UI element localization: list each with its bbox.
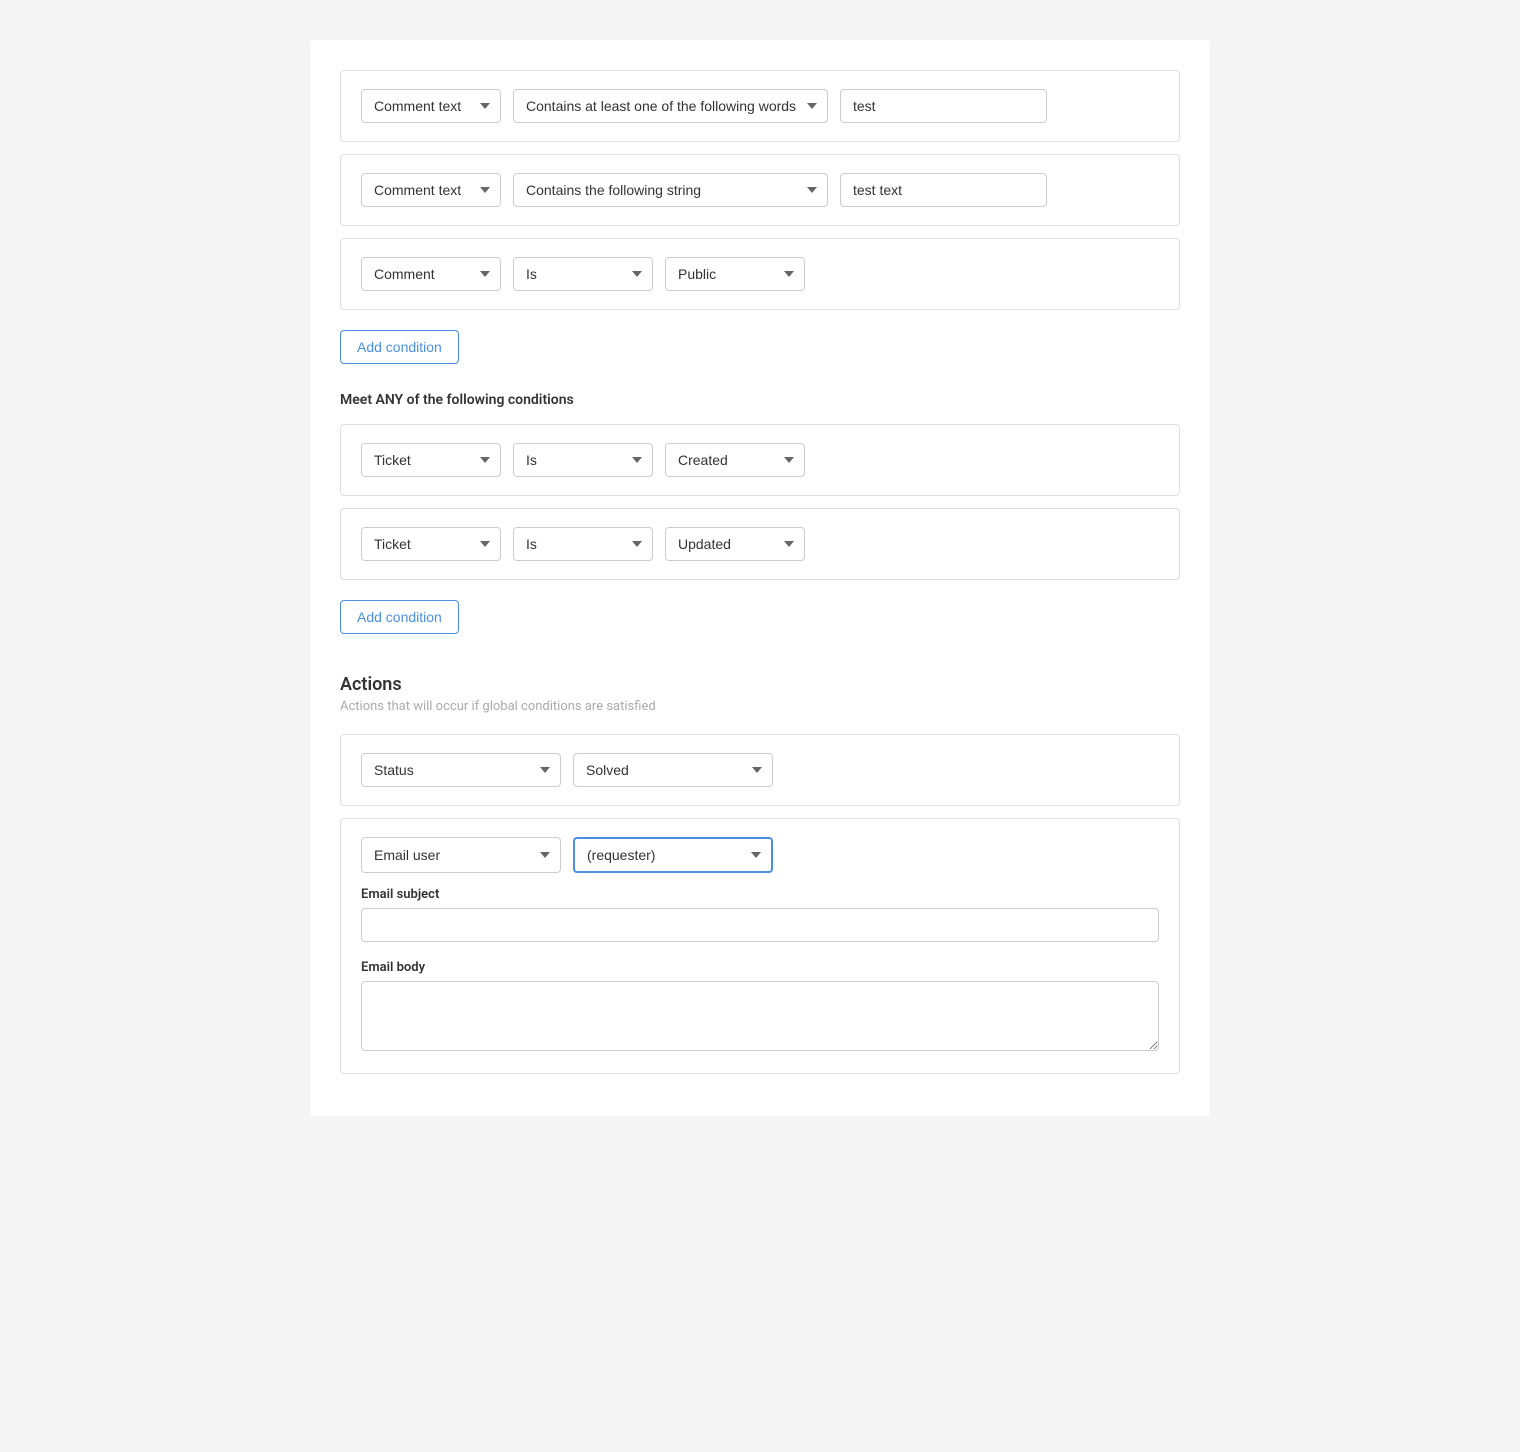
actions-title: Actions: [340, 674, 1180, 695]
anycond1-field-select[interactable]: Comment text Comment Ticket: [361, 443, 501, 477]
cond2-operator-select[interactable]: Contains at least one of the following w…: [513, 173, 828, 207]
action-row-2-container: Status Email user (requester) (assignee)…: [340, 818, 1180, 1074]
add-condition-button-1[interactable]: Add condition: [340, 330, 459, 364]
email-body-textarea[interactable]: [361, 981, 1159, 1051]
cond2-field-select[interactable]: Comment text Comment Ticket: [361, 173, 501, 207]
meet-any-title: Meet ANY of the following conditions: [340, 392, 1180, 408]
actions-subtitle: Actions that will occur if global condit…: [340, 699, 1180, 714]
action-row-1: Status Email user Solved Open Pending: [340, 734, 1180, 806]
cond1-operator-select[interactable]: Contains at least one of the following w…: [513, 89, 828, 123]
action1-value-select[interactable]: Solved Open Pending: [573, 753, 773, 787]
email-body-label: Email body: [361, 960, 1159, 975]
cond1-value-input[interactable]: [840, 89, 1047, 123]
add-condition-label-2: Add condition: [357, 609, 442, 625]
anycond1-operator-select[interactable]: Is Is not: [513, 443, 653, 477]
actions-section: Actions Actions that will occur if globa…: [340, 674, 1180, 1074]
add-condition-label-1: Add condition: [357, 339, 442, 355]
action-row-2-selects: Status Email user (requester) (assignee)…: [361, 837, 1159, 873]
condition-row-1: Comment text Comment Ticket Contains at …: [340, 70, 1180, 142]
cond3-operator-select[interactable]: Is Is not: [513, 257, 653, 291]
page-container: Comment text Comment Ticket Contains at …: [310, 40, 1210, 1116]
cond3-field-select[interactable]: Comment text Comment Ticket: [361, 257, 501, 291]
cond2-value-input[interactable]: [840, 173, 1047, 207]
cond3-value-select[interactable]: Public Private: [665, 257, 805, 291]
any-condition-row-2: Comment text Comment Ticket Is Is not Cr…: [340, 508, 1180, 580]
any-condition-row-1: Comment text Comment Ticket Is Is not Cr…: [340, 424, 1180, 496]
anycond2-field-select[interactable]: Comment text Comment Ticket: [361, 527, 501, 561]
email-subject-input[interactable]: [361, 908, 1159, 942]
email-subject-label: Email subject: [361, 887, 1159, 902]
action2-field-select[interactable]: Status Email user: [361, 837, 561, 873]
anycond2-operator-select[interactable]: Is Is not: [513, 527, 653, 561]
action2-value-select[interactable]: (requester) (assignee) Specific user: [573, 837, 773, 873]
anycond1-value-select[interactable]: Created Updated Solved: [665, 443, 805, 477]
cond1-field-select[interactable]: Comment text Comment Ticket: [361, 89, 501, 123]
condition-row-3: Comment text Comment Ticket Is Is not Pu…: [340, 238, 1180, 310]
add-condition-button-2[interactable]: Add condition: [340, 600, 459, 634]
condition-row-2: Comment text Comment Ticket Contains at …: [340, 154, 1180, 226]
anycond2-value-select[interactable]: Created Updated Solved: [665, 527, 805, 561]
action1-field-select[interactable]: Status Email user: [361, 753, 561, 787]
